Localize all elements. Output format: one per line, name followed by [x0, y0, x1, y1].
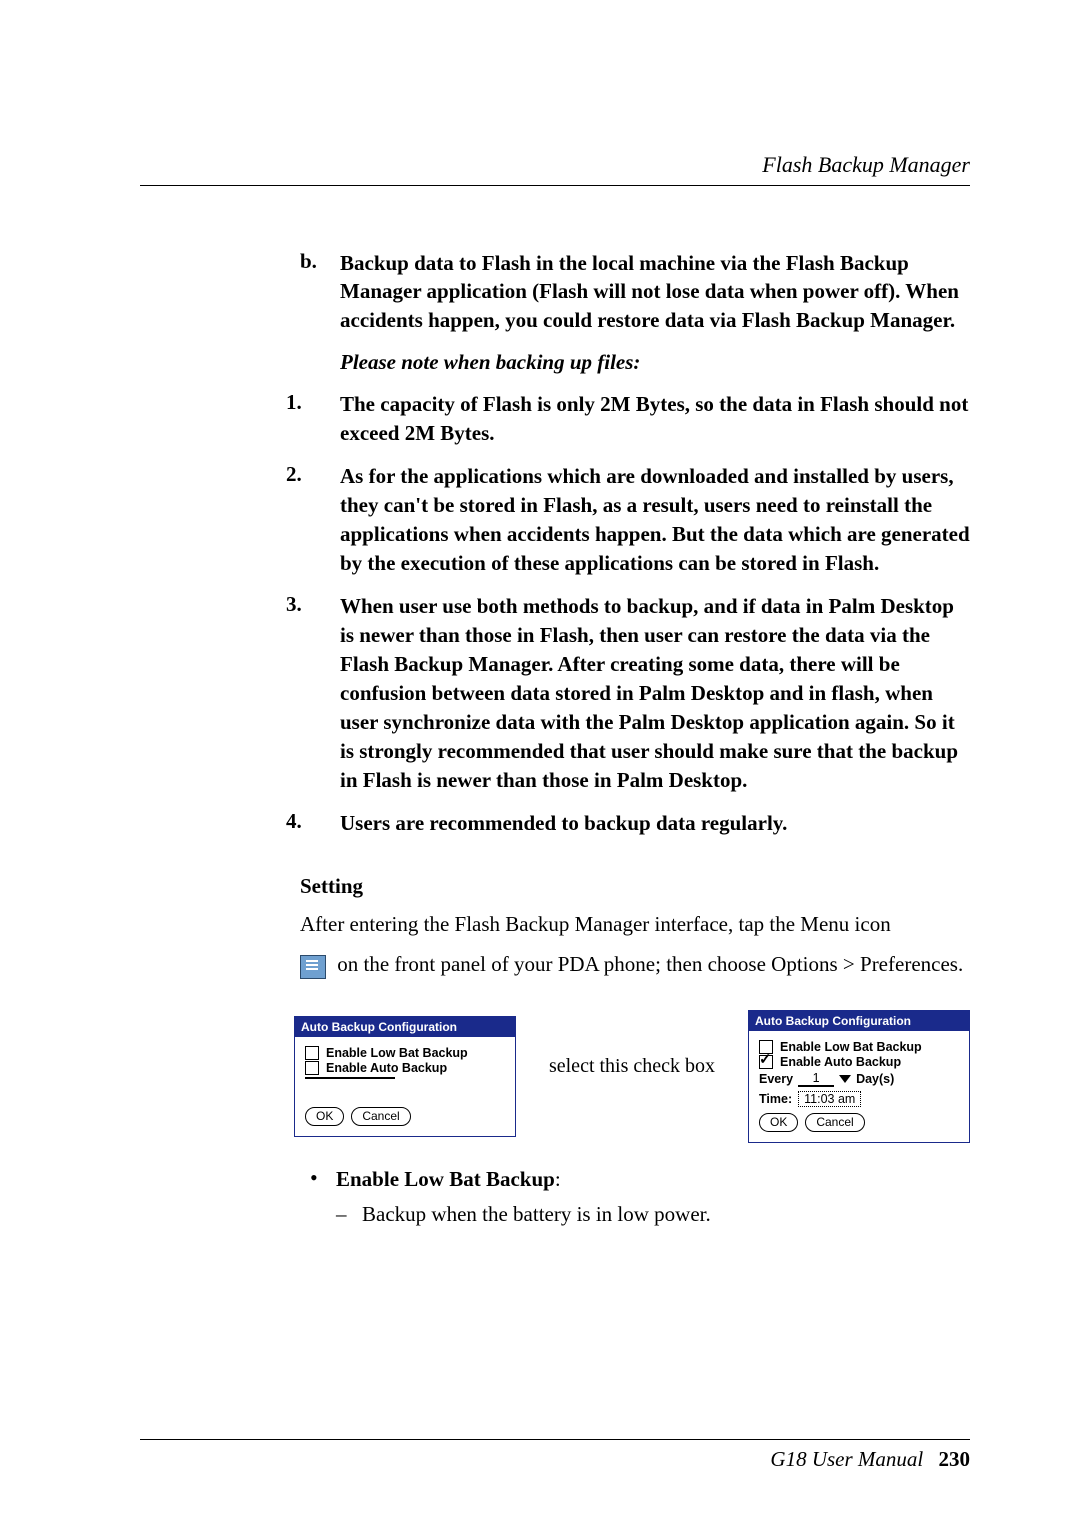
dash-icon: –	[336, 1202, 362, 1227]
pda-left-opt2[interactable]: Enable Auto Backup	[305, 1061, 505, 1075]
pda-right-every-row: Every 1 Day(s)	[759, 1071, 959, 1087]
pda-right-every-value[interactable]: 1	[798, 1071, 834, 1087]
setting-para-1: After entering the Flash Backup Manager …	[300, 909, 970, 939]
header-section-title: Flash Backup Manager	[762, 152, 970, 178]
bullet-colon: :	[555, 1167, 561, 1191]
step-b-text: Backup data to Flash in the local machin…	[340, 249, 970, 334]
note-4-row: 4. Users are recommended to backup data …	[286, 809, 970, 838]
pda-right-days: Day(s)	[856, 1072, 894, 1086]
step-b-row: b. Backup data to Flash in the local mac…	[300, 249, 970, 334]
checkbox-icon[interactable]	[305, 1061, 319, 1075]
pda-right-opt1-label: Enable Low Bat Backup	[780, 1040, 922, 1054]
figure-row: Auto Backup Configuration Enable Low Bat…	[294, 1010, 970, 1143]
pda-right-cancel-button[interactable]: Cancel	[805, 1113, 864, 1132]
setting-heading: Setting	[300, 874, 970, 899]
footer: G18 User Manual 230	[770, 1447, 970, 1472]
header-rule	[140, 185, 970, 186]
pda-right-opt2-label: Enable Auto Backup	[780, 1055, 901, 1069]
pda-left-ok-button[interactable]: OK	[305, 1107, 344, 1126]
step-b-marker: b.	[300, 249, 340, 334]
pda-left-cancel-button[interactable]: Cancel	[351, 1107, 410, 1126]
note-3-row: 3. When user use both methods to backup,…	[286, 592, 970, 795]
note-heading: Please note when backing up files:	[340, 348, 970, 376]
figure-caption-text: select this check box	[549, 1055, 715, 1078]
bullet-title: Enable Low Bat Backup	[336, 1167, 555, 1191]
pda-right-ok-button[interactable]: OK	[759, 1113, 798, 1132]
note-3-marker: 3.	[286, 592, 340, 795]
dropdown-icon[interactable]	[839, 1075, 851, 1083]
bullet-enable-low-bat: • Enable Low Bat Backup:	[300, 1167, 970, 1192]
note-2-row: 2. As for the applications which are dow…	[286, 462, 970, 578]
note-2-text: As for the applications which are downlo…	[340, 462, 970, 578]
footer-page-number: 230	[939, 1447, 971, 1471]
pda-left-opt2-label: Enable Auto Backup	[326, 1061, 447, 1075]
pda-left-opt1[interactable]: Enable Low Bat Backup	[305, 1046, 505, 1060]
pda-right-time-label: Time:	[759, 1092, 792, 1106]
pda-right-opt2[interactable]: Enable Auto Backup	[759, 1055, 959, 1069]
page: Flash Backup Manager b. Backup data to F…	[0, 0, 1080, 1528]
pda-right-opt1[interactable]: Enable Low Bat Backup	[759, 1040, 959, 1054]
note-3-text: When user use both methods to backup, an…	[340, 592, 970, 795]
figure-caption: select this check box	[536, 1065, 728, 1088]
note-1-row: 1. The capacity of Flash is only 2M Byte…	[286, 390, 970, 448]
pda-window-left: Auto Backup Configuration Enable Low Bat…	[294, 1016, 516, 1137]
setting-para-2: on the front panel of your PDA phone; th…	[300, 949, 970, 979]
pda-right-title: Auto Backup Configuration	[749, 1011, 969, 1031]
underbar-line	[305, 1077, 395, 1079]
note-2-marker: 2.	[286, 462, 340, 578]
pda-right-every-label: Every	[759, 1072, 793, 1086]
pda-right-time-row: Time: 11:03 am	[759, 1091, 959, 1107]
checkbox-checked-icon[interactable]	[759, 1055, 773, 1069]
menu-icon	[300, 955, 326, 979]
note-1-marker: 1.	[286, 390, 340, 448]
note-4-marker: 4.	[286, 809, 340, 838]
note-1-text: The capacity of Flash is only 2M Bytes, …	[340, 390, 970, 448]
note-4-text: Users are recommended to backup data reg…	[340, 809, 970, 838]
pda-left-title: Auto Backup Configuration	[295, 1017, 515, 1037]
pda-right-time-value[interactable]: 11:03 am	[798, 1091, 861, 1107]
setting-para-2-text: on the front panel of your PDA phone; th…	[332, 952, 963, 976]
pda-left-opt1-label: Enable Low Bat Backup	[326, 1046, 468, 1060]
bullet-sub-text: Backup when the battery is in low power.	[362, 1202, 711, 1227]
bullet-icon: •	[300, 1167, 336, 1192]
footer-rule	[140, 1439, 970, 1440]
bullet-sub-row: – Backup when the battery is in low powe…	[336, 1202, 970, 1227]
pda-window-right: Auto Backup Configuration Enable Low Bat…	[748, 1010, 970, 1143]
checkbox-icon[interactable]	[305, 1046, 319, 1060]
footer-manual: G18 User Manual	[770, 1447, 923, 1471]
